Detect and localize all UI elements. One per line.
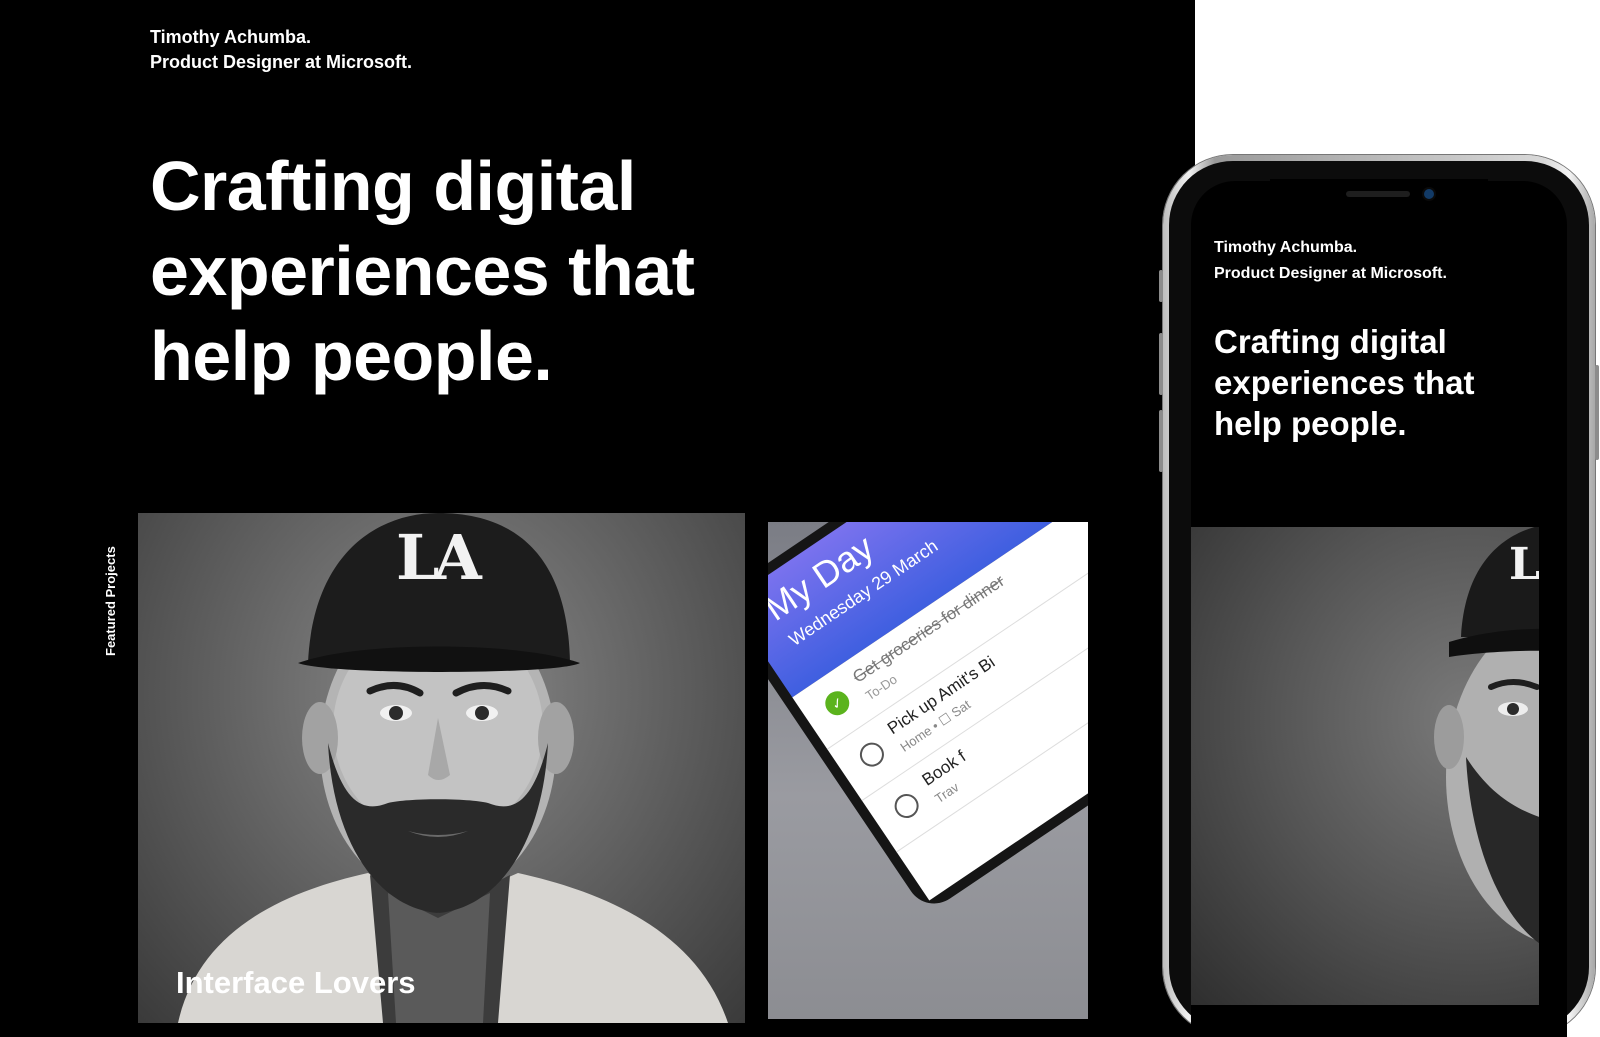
volume-down-button <box>1159 410 1163 472</box>
author-role: Product Designer at Microsoft. <box>1214 265 1447 282</box>
cap-logo: LA <box>1509 539 1539 590</box>
hero-line: experiences that <box>150 232 695 310</box>
portrait-photo <box>1434 527 1539 943</box>
hero-line: Crafting digital <box>150 147 636 225</box>
site-intro: Timothy Achumba. Product Designer at Mic… <box>150 25 412 75</box>
phone-mockup: Timothy Achumba. Product Designer at Mic… <box>1159 155 1599 1037</box>
hero-line: experiences that <box>1214 364 1475 401</box>
mobile-hero-headline: Crafting digital experiences that help p… <box>1214 321 1534 444</box>
volume-up-button <box>1159 333 1163 395</box>
author-name[interactable]: Timothy Achumba. <box>150 25 412 50</box>
project-caption[interactable]: Interface Lovers <box>176 965 416 1001</box>
project-card-interface-lovers[interactable]: LA Interface Lovers <box>138 513 745 1023</box>
tilted-device: My Day Wednesday 29 March ✓ Get grocerie… <box>768 522 1088 915</box>
hero-headline: Crafting digital experiences that help p… <box>150 144 870 399</box>
mute-switch <box>1159 270 1163 302</box>
front-camera-icon <box>1424 189 1434 199</box>
mobile-project-photo[interactable]: LA <box>1191 527 1539 1005</box>
checkbox-icon[interactable] <box>889 789 924 823</box>
featured-projects-label: Featured Projects <box>103 546 118 656</box>
checkbox-icon[interactable] <box>855 737 889 772</box>
phone-screen: Timothy Achumba. Product Designer at Mic… <box>1191 181 1567 1037</box>
author-role: Product Designer at Microsoft. <box>150 52 413 72</box>
speaker-grille <box>1346 191 1410 197</box>
hero-line: Crafting digital <box>1214 323 1447 360</box>
check-done-icon[interactable]: ✓ <box>820 686 854 720</box>
desktop-site: Timothy Achumba. Product Designer at Mic… <box>0 0 1195 1037</box>
mobile-site-intro: Timothy Achumba. Product Designer at Mic… <box>1214 235 1447 287</box>
cap-logo: LA <box>396 521 482 594</box>
power-button <box>1595 365 1599 460</box>
author-name[interactable]: Timothy Achumba. <box>1214 235 1447 261</box>
project-card-todo[interactable]: My Day Wednesday 29 March ✓ Get grocerie… <box>768 522 1088 1019</box>
hero-line: help people. <box>1214 405 1407 442</box>
phone-notch <box>1270 179 1488 214</box>
hero-line: help people. <box>150 317 553 395</box>
